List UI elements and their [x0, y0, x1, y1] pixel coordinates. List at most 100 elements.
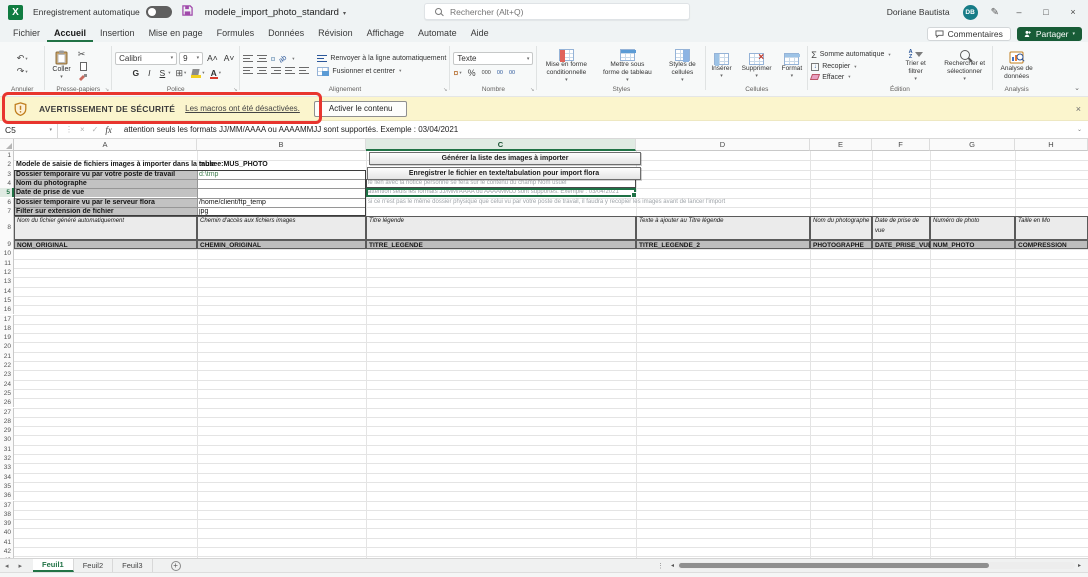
- column-header-C[interactable]: C: [366, 139, 636, 151]
- increase-font-button[interactable]: A˄: [205, 53, 220, 63]
- expand-formula-bar-icon[interactable]: ⌄: [1077, 126, 1082, 133]
- format-painter-icon[interactable]: [78, 73, 88, 82]
- sheet-tab-feuil2[interactable]: Feuil2: [74, 559, 113, 572]
- italic-button[interactable]: I: [146, 68, 152, 78]
- format-as-table-button[interactable]: Mettre sous forme de tableau▾: [599, 47, 655, 84]
- row-header-17[interactable]: 17: [0, 315, 14, 324]
- row-header-15[interactable]: 15: [0, 296, 14, 305]
- menu-tab-affichage[interactable]: Affichage: [360, 24, 411, 42]
- decrease-decimal-icon[interactable]: 00: [509, 70, 515, 76]
- cut-icon[interactable]: ✂: [78, 49, 88, 60]
- row-header-23[interactable]: 23: [0, 370, 14, 379]
- column-header-D[interactable]: D: [636, 139, 810, 151]
- scrollbar-thumb[interactable]: [679, 563, 989, 568]
- row-header-25[interactable]: 25: [0, 389, 14, 398]
- increase-indent-icon[interactable]: [299, 67, 309, 75]
- align-top-icon[interactable]: [243, 55, 253, 63]
- cell-D9[interactable]: TITRE_LEGENDE_2: [636, 240, 810, 249]
- decrease-font-button[interactable]: A˅: [222, 53, 237, 63]
- percent-icon[interactable]: %: [468, 68, 476, 78]
- row-header-20[interactable]: 20: [0, 342, 14, 351]
- cell-B9[interactable]: CHEMIN_ORIGINAL: [197, 240, 366, 249]
- cell-A6[interactable]: Dossier temporaire vu par le serveur flo…: [14, 198, 197, 207]
- sort-filter-button[interactable]: AZTrier et filtrer▾: [899, 48, 933, 83]
- cell-C8[interactable]: Titre légende: [366, 216, 636, 240]
- cell-A3[interactable]: Dossier temporaire vu par votre poste de…: [14, 170, 197, 179]
- row-header-11[interactable]: 11: [0, 259, 14, 268]
- row-header-33[interactable]: 33: [0, 463, 14, 472]
- close-button[interactable]: ×: [1066, 7, 1080, 17]
- previous-sheet-icon[interactable]: ◂: [0, 559, 14, 572]
- dialog-launcher-icon[interactable]: ↘: [105, 87, 109, 93]
- cell-A2[interactable]: Modele de saisie de fichiers images à im…: [14, 160, 197, 169]
- align-center-icon[interactable]: [257, 67, 267, 75]
- accounting-format-button[interactable]: ¤▾: [453, 68, 461, 78]
- fill-color-button[interactable]: ▾: [191, 69, 204, 78]
- row-header-12[interactable]: 12: [0, 268, 14, 277]
- save-icon[interactable]: [182, 3, 193, 21]
- avatar[interactable]: DB: [963, 5, 978, 20]
- thousands-separator-icon[interactable]: 000: [482, 70, 491, 76]
- new-sheet-button[interactable]: +: [171, 561, 181, 571]
- borders-button[interactable]: ⊞▾: [175, 68, 186, 79]
- menu-tab-automate[interactable]: Automate: [411, 24, 464, 42]
- row-header-16[interactable]: 16: [0, 305, 14, 314]
- dialog-launcher-icon[interactable]: ↘: [233, 87, 237, 93]
- analyze-data-button[interactable]: Analyse de données: [996, 49, 1038, 81]
- menu-tab-fichier[interactable]: Fichier: [6, 24, 47, 42]
- menu-tab-données[interactable]: Données: [261, 24, 311, 42]
- share-button[interactable]: Partager ▾: [1017, 27, 1082, 41]
- fill-button[interactable]: ↓Recopier▾: [811, 63, 856, 71]
- row-header-40[interactable]: 40: [0, 528, 14, 537]
- row-header-4[interactable]: 4: [0, 179, 14, 188]
- align-bottom-icon[interactable]: [271, 57, 275, 61]
- dialog-launcher-icon[interactable]: ↘: [530, 87, 534, 93]
- orientation-icon[interactable]: ab: [278, 54, 288, 64]
- row-header-34[interactable]: 34: [0, 473, 14, 482]
- sheet-macro-button-1[interactable]: Générer la liste des images à importer: [369, 152, 641, 165]
- search-box[interactable]: [424, 3, 690, 20]
- document-title[interactable]: modele_import_photo_standard▾: [205, 7, 346, 18]
- row-header-37[interactable]: 37: [0, 501, 14, 510]
- column-header-F[interactable]: F: [872, 139, 930, 151]
- cell-B3[interactable]: d:\tmp: [197, 170, 366, 179]
- conditional-formatting-button[interactable]: Mise en forme conditionnelle▾: [540, 47, 592, 84]
- row-header-43[interactable]: 43: [0, 556, 14, 558]
- select-all-corner[interactable]: [0, 139, 14, 151]
- align-left-icon[interactable]: [243, 67, 253, 75]
- maximize-button[interactable]: □: [1039, 7, 1053, 17]
- cell-A5[interactable]: Date de prise de vue: [14, 188, 197, 197]
- cell-styles-button[interactable]: Styles de cellules▾: [662, 47, 702, 84]
- row-header-8[interactable]: 8: [0, 216, 14, 240]
- row-header-22[interactable]: 22: [0, 361, 14, 370]
- macros-disabled-link[interactable]: Les macros ont été désactivées.: [185, 104, 300, 113]
- row-header-24[interactable]: 24: [0, 380, 14, 389]
- insert-function-icon[interactable]: fx: [105, 125, 112, 135]
- cell-H8[interactable]: Taille en Mo: [1015, 216, 1088, 240]
- sheet-tab-feuil1[interactable]: Feuil1: [33, 559, 74, 572]
- cell-F9[interactable]: DATE_PRISE_VUE: [872, 240, 930, 249]
- menu-tab-accueil[interactable]: Accueil: [47, 24, 93, 42]
- next-sheet-icon[interactable]: ▸: [14, 559, 28, 572]
- bold-button[interactable]: G: [131, 68, 142, 78]
- cell-A7[interactable]: Filter sur extension de fichier: [14, 207, 197, 216]
- row-header-28[interactable]: 28: [0, 417, 14, 426]
- cell-F8[interactable]: Date de prise de vue: [872, 216, 930, 240]
- horizontal-scrollbar[interactable]: ◂ ▸: [668, 559, 1088, 572]
- menu-tab-révision[interactable]: Révision: [311, 24, 360, 42]
- format-cells-button[interactable]: Format▾: [780, 51, 805, 79]
- name-box[interactable]: C5▾: [0, 121, 58, 139]
- row-header-2[interactable]: 2: [0, 160, 14, 169]
- font-size-select[interactable]: 9▾: [179, 52, 203, 65]
- formula-content[interactable]: attention seuls les formats JJ/MM/AAAA o…: [124, 125, 458, 134]
- paste-button[interactable]: Coller ▾: [48, 49, 74, 81]
- row-header-19[interactable]: 19: [0, 333, 14, 342]
- decrease-indent-icon[interactable]: [285, 67, 295, 75]
- dialog-launcher-icon[interactable]: ↘: [443, 87, 447, 93]
- row-header-29[interactable]: 29: [0, 426, 14, 435]
- row-header-6[interactable]: 6: [0, 198, 14, 207]
- number-format-select[interactable]: Texte▾: [453, 52, 533, 65]
- undo-button[interactable]: ↶▾: [17, 53, 28, 64]
- menu-tab-formules[interactable]: Formules: [210, 24, 262, 42]
- font-name-select[interactable]: Calibri▾: [115, 52, 177, 65]
